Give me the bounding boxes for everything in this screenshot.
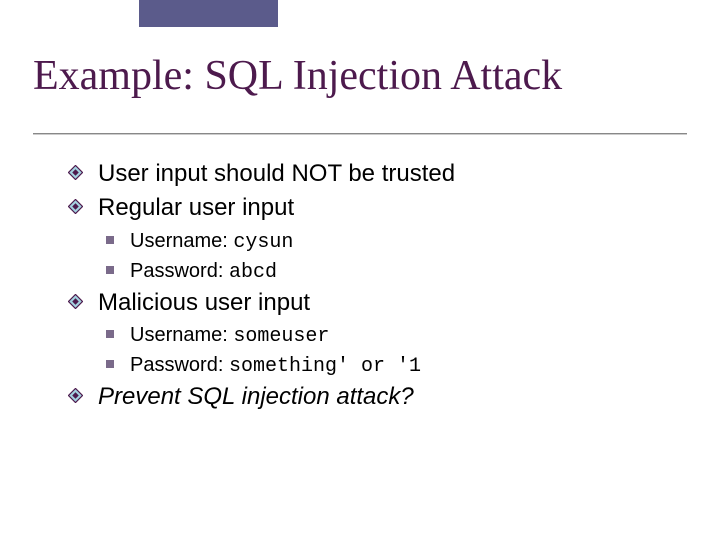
- sub-bullet-value: cysun: [233, 231, 293, 254]
- bullet-text: Prevent SQL injection attack?: [98, 383, 414, 410]
- slide-body: User input should NOT be trusted Regular…: [68, 158, 680, 416]
- bullet-item: Malicious user input: [68, 287, 680, 319]
- sub-bullet-item: Username: cysun: [106, 227, 680, 257]
- bullet-text: Malicious user input: [98, 289, 310, 316]
- square-bullet-icon: [106, 360, 114, 368]
- square-bullet-icon: [106, 266, 114, 274]
- sub-bullet-item: Username: someuser: [106, 321, 680, 351]
- bullet-item: Regular user input: [68, 192, 680, 224]
- sub-bullet-label: Password:: [130, 260, 229, 282]
- bullet-text: User input should NOT be trusted: [98, 160, 455, 187]
- diamond-bullet-icon: [68, 388, 83, 403]
- sub-bullet-item: Password: abcd: [106, 257, 680, 287]
- sub-bullet-item: Password: something' or '1: [106, 351, 680, 381]
- title-underline: [33, 133, 687, 135]
- diamond-bullet-icon: [68, 165, 83, 180]
- sub-bullet-value: someuser: [233, 325, 329, 348]
- bullet-text: Regular user input: [98, 194, 294, 221]
- diamond-bullet-icon: [68, 199, 83, 214]
- bullet-item: User input should NOT be trusted: [68, 158, 680, 190]
- slide-title: Example: SQL Injection Attack: [33, 53, 700, 99]
- slide: Example: SQL Injection Attack User input…: [0, 0, 720, 540]
- bullet-item: Prevent SQL injection attack?: [68, 381, 680, 413]
- sub-bullet-label: Username:: [130, 324, 233, 346]
- sub-bullet-value: abcd: [229, 261, 277, 284]
- decorative-top-bar: [139, 0, 278, 27]
- square-bullet-icon: [106, 330, 114, 338]
- sub-bullet-label: Password:: [130, 354, 229, 376]
- sub-bullet-label: Username:: [130, 230, 233, 252]
- square-bullet-icon: [106, 236, 114, 244]
- sub-bullet-value: something' or '1: [229, 355, 421, 378]
- diamond-bullet-icon: [68, 294, 83, 309]
